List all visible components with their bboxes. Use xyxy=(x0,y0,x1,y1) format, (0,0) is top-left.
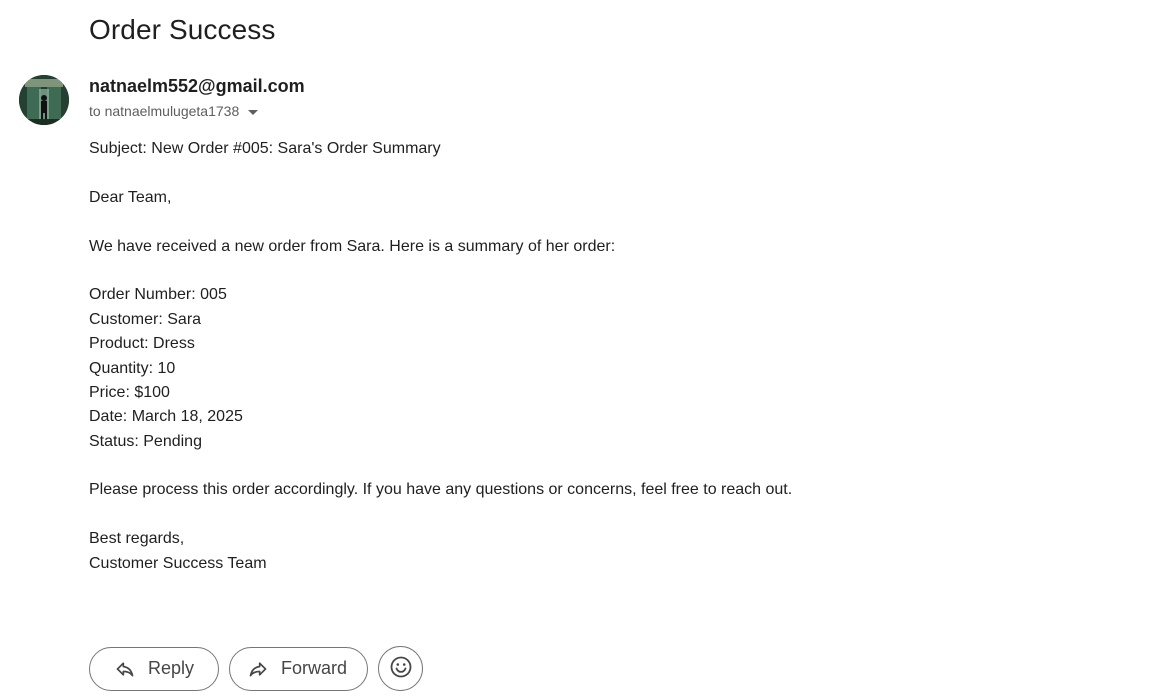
body-subject-line: Subject: New Order #005: Sara's Order Su… xyxy=(89,140,441,157)
order-number: Order Number: 005 xyxy=(89,286,227,304)
forward-label: Forward xyxy=(281,658,348,678)
body-intro: We have received a new order from Sara. … xyxy=(89,237,616,255)
body-signoff: Best regards, xyxy=(89,530,185,548)
sender-email[interactable]: natnaelm552@gmail.com xyxy=(89,76,305,97)
email-body: Subject: New Order #005: Sara's Order Su… xyxy=(89,137,792,576)
chevron-down-icon[interactable] xyxy=(248,109,259,115)
order-status: Status: Pending xyxy=(89,432,202,450)
order-quantity: Quantity: 10 xyxy=(89,359,176,377)
recipient-details-toggle[interactable]: to natnaelmulugeta1738 xyxy=(89,103,259,119)
forward-button[interactable]: Forward xyxy=(229,646,368,691)
emoji-reaction-button[interactable] xyxy=(378,646,423,691)
email-actions: Reply Forward xyxy=(89,646,423,691)
reply-arrow-icon xyxy=(114,658,136,680)
body-signature: Customer Success Team xyxy=(89,554,267,572)
avatar-image xyxy=(19,75,69,125)
body-greeting: Dear Team, xyxy=(89,188,172,206)
sender-avatar[interactable] xyxy=(19,75,69,125)
body-closing: Please process this order accordingly. I… xyxy=(89,481,793,499)
email-view: Order Success natnaelm552@gmail.com to n… xyxy=(0,0,1161,697)
email-subject-title: Order Success xyxy=(89,14,276,45)
emoji-reaction-icon xyxy=(389,655,413,682)
forward-arrow-icon xyxy=(247,658,269,680)
reply-label: Reply xyxy=(148,658,195,678)
recipient-label: to natnaelmulugeta1738 xyxy=(89,103,240,119)
order-customer: Customer: Sara xyxy=(89,310,202,328)
order-price: Price: $100 xyxy=(89,383,170,401)
order-date: Date: March 18, 2025 xyxy=(89,408,243,426)
order-product: Product: Dress xyxy=(89,335,195,353)
reply-button[interactable]: Reply xyxy=(89,646,219,691)
